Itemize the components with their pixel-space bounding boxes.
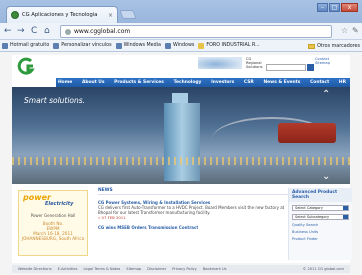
forward-arrow-icon[interactable]: → [17,26,25,36]
bookmark-favicon-icon [164,42,171,49]
footer-link[interactable]: E-Activities [58,267,78,271]
tab-title: CG Aplicaciones y Tecnología [22,12,98,18]
bookmarks-bar: Hotmail gratuito Personalizar vínculos W… [0,40,362,52]
home-icon[interactable]: ⌂ [44,26,50,36]
bookmark-favicon-icon [2,42,8,49]
new-tab-button[interactable] [119,10,137,19]
business-units-link[interactable]: Business Units [292,230,349,234]
minimize-button[interactable]: – [317,3,328,12]
site-search-input[interactable] [266,64,306,71]
category-select[interactable]: Select Category [292,205,349,211]
bookmark-item[interactable]: FORO INDUSTRIAL R... [198,42,260,49]
folder-icon [308,43,316,49]
address-url[interactable]: www.cgglobal.com [74,28,130,35]
product-finder-link[interactable]: Product Finder [292,237,349,241]
page-icon [65,28,71,35]
news-item[interactable]: CG wins MSEB Orders Transmission Contrac… [98,225,288,230]
region-info: CG Regional Solutions [246,57,263,69]
bookmark-favicon-icon [198,42,205,49]
nav-csr[interactable]: CSR [244,80,254,85]
advanced-search-panel: Advanced Product Search Select Category … [288,188,352,260]
reload-icon[interactable]: C [31,26,37,36]
city-lights [12,157,350,165]
footer-link[interactable]: Disclaimer [147,267,166,271]
address-bar[interactable]: www.cgglobal.com [60,25,332,38]
footer-link[interactable]: Legal Terms & Notes [83,267,120,271]
news-section: NEWS CG Power Systems, Wiring & Installa… [98,188,288,260]
nav-products[interactable]: Products & Services [114,80,164,85]
tower-image [164,103,200,181]
nav-contact[interactable]: Contact [310,80,329,85]
web-page: CG Regional Solutions Contact Sitemap Ho… [0,52,362,275]
bookmark-item[interactable]: Hotmail gratuito [2,42,49,49]
hero-slogan: Smart solutions. [24,96,86,105]
news-item-title[interactable]: CG wins MSEB Orders Transmission Contrac… [98,225,198,230]
site-header: CG Regional Solutions Contact Sitemap [12,55,350,78]
news-item-body: CG delivers first Auto-Transformer to a … [98,205,285,215]
footer-link[interactable]: Bookmark Us [203,267,227,271]
ad-event: Booth No. EWPM March 16-18, 2011 JOHANNE… [21,221,85,241]
bookmark-item[interactable]: Personalizar vínculos [53,42,112,49]
browser-tab[interactable]: CG Aplicaciones y Tecnología × [6,6,118,23]
nav-investors[interactable]: Investors [211,80,234,85]
other-bookmarks[interactable]: Otros marcadores [308,40,360,52]
browser-toolbar: ← → C ⌂ www.cgglobal.com ☆ ✎ [0,23,362,40]
world-map-icon [198,57,242,69]
footer-link[interactable]: Sitemap [126,267,141,271]
back-arrow-icon[interactable]: ← [4,26,12,36]
ad-tag: Power Generation Hall [30,213,76,218]
news-item[interactable]: CG Power Systems, Wiring & Installation … [98,200,288,220]
nav-technology[interactable]: Technology [174,80,202,85]
bookmark-item[interactable]: Windows Media [115,42,161,49]
close-window-button[interactable]: x [341,3,358,12]
window-controls: – □ x [317,3,358,12]
maximize-button[interactable]: □ [329,3,340,12]
nav-news[interactable]: News & Events [263,80,300,85]
bookmark-star-icon[interactable]: ☆ [341,26,348,35]
nav-spacer [12,78,56,87]
site-search-button[interactable] [307,64,314,71]
header-links[interactable]: Contact Sitemap [315,57,330,65]
advanced-search-heading: Advanced Product Search [289,188,352,202]
bookmark-favicon-icon [53,42,60,49]
news-heading: NEWS [98,188,288,195]
tab-close-icon[interactable]: × [108,12,113,19]
news-item-date: » 07 FEB 2011 [98,215,126,220]
footer-link[interactable]: Privacy Policy [172,267,197,271]
ad-sub: Electricity [45,201,74,207]
site-footer: Website Directions E-Activities Legal Te… [12,265,350,273]
footer-copyright: © 2011 CG global.com [302,267,344,271]
content-area: power Electricity Power Generation Hall … [12,184,352,263]
bookmark-item[interactable]: Windows [164,42,194,49]
nav-hr[interactable]: HR [339,80,346,85]
bookmark-favicon-icon [115,42,122,49]
site-favicon-icon [11,11,19,19]
browser-tabbar: CG Aplicaciones y Tecnología × – □ x [0,0,362,23]
footer-link[interactable]: Website Directions [18,267,52,271]
hero-banner: Smart solutions. ⌃ ⌄ [12,87,350,184]
main-nav: Home About Us Products & Services Techno… [12,78,350,87]
wrench-menu-icon[interactable]: ✎ [352,26,359,35]
nav-about[interactable]: About Us [82,80,105,85]
cg-logo-icon[interactable] [17,57,37,75]
slider-down-icon[interactable]: ⌄ [322,171,330,182]
train-image [278,123,336,143]
power-electricity-ad[interactable]: power Electricity Power Generation Hall … [18,190,88,256]
nav-home[interactable]: Home [58,80,72,85]
quality-search-link[interactable]: Quality Search [292,223,349,227]
slider-up-icon[interactable]: ⌃ [322,89,330,100]
subcategory-select[interactable]: Select Subcategory [292,214,349,220]
